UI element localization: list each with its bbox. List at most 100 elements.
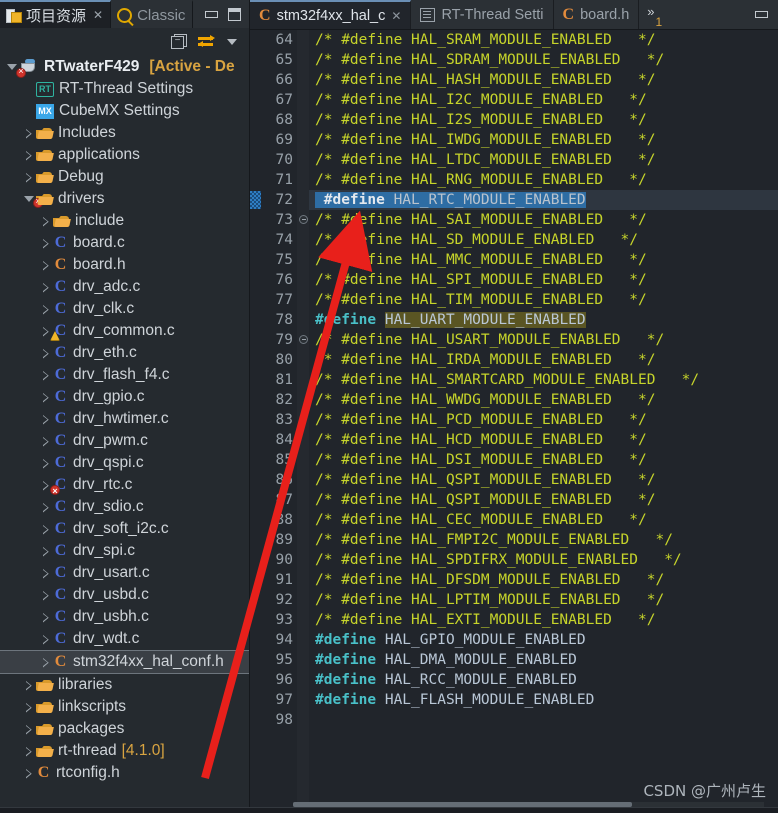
code-line[interactable]: /* #define HAL_FMPI2C_MODULE_ENABLED */: [309, 530, 778, 550]
tree-item-drv-eth-c[interactable]: Cdrv_eth.c: [0, 342, 249, 364]
tree-item-debug[interactable]: Debug: [0, 166, 249, 188]
collapse-all-icon[interactable]: [171, 34, 187, 49]
chevron-right-icon[interactable]: [40, 276, 53, 298]
tree-item-rt-thread-settings[interactable]: RT RT-Thread Settings: [0, 78, 249, 100]
chevron-right-icon[interactable]: [23, 762, 36, 784]
chevron-right-icon[interactable]: [40, 232, 53, 254]
code-line[interactable]: #define HAL_RTC_MODULE_ENABLED: [309, 190, 778, 210]
tree-item-drv-usbh-c[interactable]: Cdrv_usbh.c: [0, 606, 249, 628]
code-line[interactable]: #define HAL_UART_MODULE_ENABLED: [309, 310, 778, 330]
code-line[interactable]: /* #define HAL_DFSDM_MODULE_ENABLED */: [309, 570, 778, 590]
chevron-right-icon[interactable]: [40, 562, 53, 584]
tree-item-drv-adc-c[interactable]: Cdrv_adc.c: [0, 276, 249, 298]
minimize-icon[interactable]: [755, 11, 768, 18]
tree-item-drv-soft-i2c-c[interactable]: Cdrv_soft_i2c.c: [0, 518, 249, 540]
tree-item-rt-thread[interactable]: rt-thread [4.1.0]: [0, 740, 249, 762]
view-tab-classic[interactable]: Classic: [111, 0, 194, 28]
code-line[interactable]: [309, 710, 778, 730]
code-line[interactable]: #define HAL_FLASH_MODULE_ENABLED: [309, 690, 778, 710]
view-tab-project-explorer[interactable]: 项目资源 ✕: [0, 0, 112, 28]
code-line[interactable]: /* #define HAL_DSI_MODULE_ENABLED */: [309, 450, 778, 470]
code-line[interactable]: /* #define HAL_IWDG_MODULE_ENABLED */: [309, 130, 778, 150]
fold-toggle-icon[interactable]: [299, 335, 308, 344]
chevron-right-icon[interactable]: [40, 628, 53, 650]
code-line[interactable]: /* #define HAL_SRAM_MODULE_ENABLED */: [309, 30, 778, 50]
tree-item-drv-clk-c[interactable]: Cdrv_clk.c: [0, 298, 249, 320]
tree-item-drv-rtc-c[interactable]: Cdrv_rtc.c: [0, 474, 249, 499]
chevron-right-icon[interactable]: [23, 718, 36, 740]
tree-item-stm32f4xx-hal-conf-h[interactable]: Cstm32f4xx_hal_conf.h: [0, 650, 249, 674]
code-line[interactable]: /* #define HAL_WWDG_MODULE_ENABLED */: [309, 390, 778, 410]
chevron-right-icon[interactable]: [40, 651, 53, 673]
project-tree[interactable]: RTwaterF429 [Active - De RT RT-Thread Setti…: [0, 55, 249, 813]
chevron-right-icon[interactable]: [23, 674, 36, 696]
editor-tab-rt-thread-settings[interactable]: RT-Thread Setti: [411, 0, 554, 29]
code-line[interactable]: /* #define HAL_LTDC_MODULE_ENABLED */: [309, 150, 778, 170]
chevron-right-icon[interactable]: [23, 166, 36, 188]
tree-item-board-c[interactable]: Cboard.c: [0, 232, 249, 254]
chevron-right-icon[interactable]: [23, 144, 36, 166]
chevron-right-icon[interactable]: [40, 254, 53, 276]
editor-tab-stm32f4xx-hal-conf[interactable]: C stm32f4xx_hal_c ✕: [250, 0, 412, 29]
code-line[interactable]: #define HAL_DMA_MODULE_ENABLED: [309, 650, 778, 670]
tree-item-libraries[interactable]: libraries: [0, 674, 249, 696]
tree-item-include[interactable]: include: [0, 210, 249, 232]
code-line[interactable]: /* #define HAL_QSPI_MODULE_ENABLED */: [309, 470, 778, 490]
code-line[interactable]: /* #define HAL_TIM_MODULE_ENABLED */: [309, 290, 778, 310]
chevron-right-icon[interactable]: [40, 342, 53, 364]
code-line[interactable]: /* #define HAL_EXTI_MODULE_ENABLED */: [309, 610, 778, 630]
tree-item-applications[interactable]: applications: [0, 144, 249, 166]
code-line[interactable]: /* #define HAL_SMARTCARD_MODULE_ENABLED …: [309, 370, 778, 390]
tree-item-rtwaterf429[interactable]: RTwaterF429 [Active - De: [0, 56, 249, 78]
code-line[interactable]: /* #define HAL_CEC_MODULE_ENABLED */: [309, 510, 778, 530]
link-with-editor-icon[interactable]: [198, 35, 215, 48]
chevron-right-icon[interactable]: [23, 740, 36, 762]
tree-item-drv-flash-f4-c[interactable]: Cdrv_flash_f4.c: [0, 364, 249, 386]
code-text[interactable]: /* #define HAL_SRAM_MODULE_ENABLED */ /* …: [309, 30, 778, 813]
code-line[interactable]: /* #define HAL_I2C_MODULE_ENABLED */: [309, 90, 778, 110]
close-icon[interactable]: ✕: [391, 9, 401, 23]
tree-item-drv-hwtimer-c[interactable]: Cdrv_hwtimer.c: [0, 408, 249, 430]
close-icon[interactable]: ✕: [93, 8, 103, 22]
tree-item-drv-gpio-c[interactable]: Cdrv_gpio.c: [0, 386, 249, 408]
chevron-right-icon[interactable]: [40, 386, 53, 408]
chevron-right-icon[interactable]: [40, 540, 53, 562]
code-line[interactable]: /* #define HAL_LPTIM_MODULE_ENABLED */: [309, 590, 778, 610]
code-line[interactable]: /* #define HAL_SDRAM_MODULE_ENABLED */: [309, 50, 778, 70]
code-line[interactable]: #define HAL_RCC_MODULE_ENABLED: [309, 670, 778, 690]
code-line[interactable]: /* #define HAL_PCD_MODULE_ENABLED */: [309, 410, 778, 430]
code-folding-bar[interactable]: [297, 30, 309, 813]
chevron-right-icon[interactable]: [40, 210, 53, 232]
code-line[interactable]: /* #define HAL_SPI_MODULE_ENABLED */: [309, 270, 778, 290]
chevron-right-icon[interactable]: [40, 584, 53, 606]
tree-item-drv-pwm-c[interactable]: Cdrv_pwm.c: [0, 430, 249, 452]
code-line[interactable]: /* #define HAL_HCD_MODULE_ENABLED */: [309, 430, 778, 450]
tree-item-drv-usbd-c[interactable]: Cdrv_usbd.c: [0, 584, 249, 606]
code-line[interactable]: /* #define HAL_SD_MODULE_ENABLED */: [309, 230, 778, 250]
chevron-right-icon[interactable]: [40, 496, 53, 518]
tree-item-linkscripts[interactable]: linkscripts: [0, 696, 249, 718]
chevron-right-icon[interactable]: [40, 364, 53, 386]
code-editor[interactable]: 64 65 66 67 68 69 70 71 72 73 74 75 76 77 78 79 80 81 82 83…: [250, 30, 778, 813]
chevron-right-icon[interactable]: [40, 430, 53, 452]
maximize-icon[interactable]: [228, 7, 241, 21]
tree-item-drv-usart-c[interactable]: Cdrv_usart.c: [0, 562, 249, 584]
editor-tab-board-h[interactable]: C board.h: [553, 0, 640, 29]
code-line[interactable]: /* #define HAL_RNG_MODULE_ENABLED */: [309, 170, 778, 190]
chevron-right-icon[interactable]: [40, 298, 53, 320]
minimize-icon[interactable]: [205, 10, 218, 18]
occurrence-marker[interactable]: [250, 191, 261, 209]
tree-item-drv-spi-c[interactable]: Cdrv_spi.c: [0, 540, 249, 562]
chevron-right-icon[interactable]: [23, 696, 36, 718]
tree-item-drivers[interactable]: drivers: [0, 188, 249, 210]
chevron-right-icon[interactable]: [40, 606, 53, 628]
chevron-right-icon[interactable]: [40, 518, 53, 540]
tree-item-includes[interactable]: Includes: [0, 122, 249, 144]
code-line[interactable]: /* #define HAL_IRDA_MODULE_ENABLED */: [309, 350, 778, 370]
code-line[interactable]: /* #define HAL_QSPI_MODULE_ENABLED */: [309, 490, 778, 510]
marker-bar[interactable]: [250, 30, 261, 813]
tree-item-drv-qspi-c[interactable]: Cdrv_qspi.c: [0, 452, 249, 474]
tree-item-drv-sdio-c[interactable]: Cdrv_sdio.c: [0, 496, 249, 518]
tree-item-drv-wdt-c[interactable]: Cdrv_wdt.c: [0, 628, 249, 650]
code-line[interactable]: /* #define HAL_SAI_MODULE_ENABLED */: [309, 210, 778, 230]
